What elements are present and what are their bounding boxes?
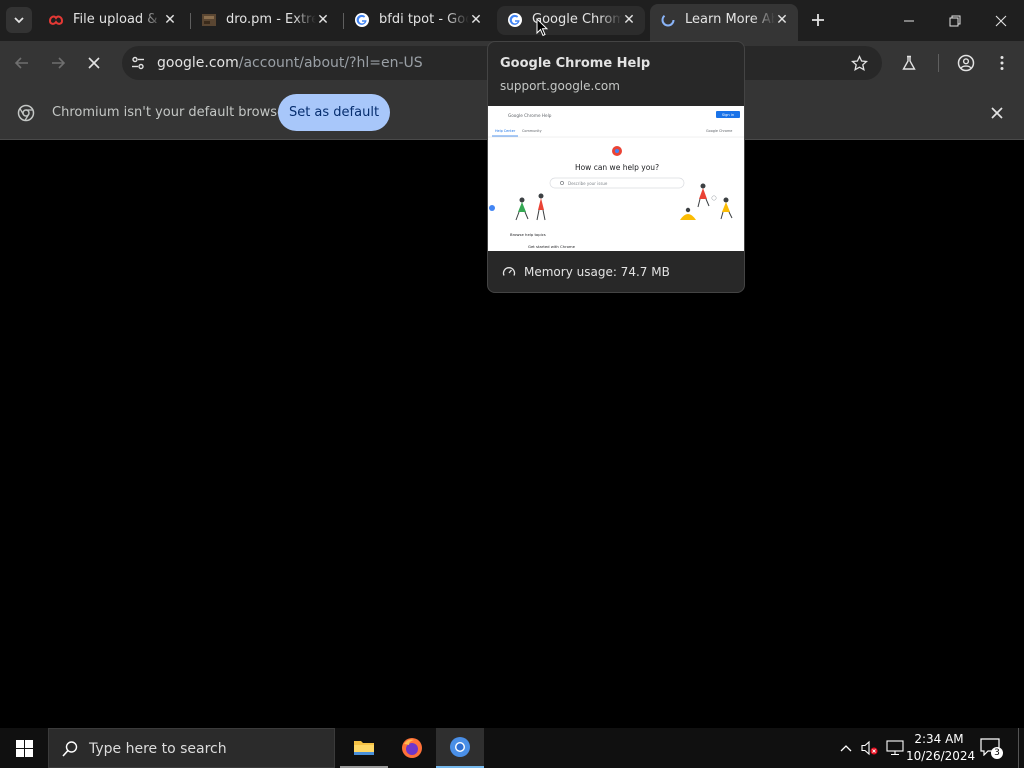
hover-card-domain: support.google.com bbox=[500, 79, 620, 93]
volume-button[interactable] bbox=[861, 740, 879, 756]
network-button[interactable] bbox=[886, 740, 904, 756]
thumb-sign-in: Sign in bbox=[722, 113, 734, 117]
close-icon bbox=[88, 57, 100, 69]
google-icon bbox=[355, 13, 369, 27]
network-icon bbox=[886, 740, 904, 756]
thumb-section: Browse help topics bbox=[510, 232, 546, 237]
minimize-icon bbox=[904, 20, 914, 21]
tab-strip: File upload & sharing ✕ dro.pm - Extreme… bbox=[0, 0, 1024, 41]
taskbar-search-box[interactable]: Type here to search bbox=[48, 728, 335, 768]
start-button[interactable] bbox=[0, 728, 48, 768]
chromium-icon bbox=[450, 737, 470, 757]
forward-button[interactable] bbox=[46, 51, 70, 75]
taskbar: Type here to search 2:34 AM 10/26/2024 3 bbox=[0, 728, 1024, 768]
show-hidden-icons-button[interactable] bbox=[838, 740, 854, 756]
thumb-topright-link: Google Chrome bbox=[706, 129, 732, 133]
thumb-heading: How can we help you? bbox=[575, 163, 659, 172]
dropm-icon bbox=[202, 14, 216, 26]
infobar-close-button[interactable] bbox=[988, 104, 1006, 122]
tab-title: File upload & sharing bbox=[73, 12, 163, 27]
chromium-taskbar-button[interactable] bbox=[436, 728, 484, 768]
bookmark-star-icon[interactable] bbox=[851, 55, 868, 72]
url-text[interactable]: google.com/account/about/?hl=en-US bbox=[157, 55, 423, 71]
tab-title: dro.pm - Extremely simple bbox=[226, 12, 316, 27]
thumb-tab-help: Help Center bbox=[495, 129, 516, 133]
plus-icon bbox=[812, 14, 824, 26]
flask-icon bbox=[902, 55, 916, 70]
close-window-button[interactable] bbox=[978, 0, 1024, 41]
search-icon bbox=[62, 741, 78, 757]
tab-title: Learn More About Google bbox=[685, 12, 775, 27]
labs-button[interactable] bbox=[897, 51, 921, 75]
google-icon bbox=[508, 13, 522, 27]
site-settings-icon[interactable] bbox=[130, 55, 146, 71]
close-icon[interactable]: ✕ bbox=[774, 12, 790, 28]
thumb-search-placeholder: Describe your issue bbox=[568, 181, 608, 186]
close-icon[interactable]: ✕ bbox=[621, 12, 637, 28]
hover-card-memory: Memory usage: 74.7 MB bbox=[524, 265, 670, 279]
set-as-default-button[interactable]: Set as default bbox=[278, 94, 390, 131]
close-icon[interactable]: ✕ bbox=[315, 12, 331, 28]
minimize-button[interactable] bbox=[886, 0, 932, 41]
chevron-down-icon bbox=[14, 17, 24, 24]
back-button[interactable] bbox=[10, 51, 34, 75]
notification-count-badge: 3 bbox=[991, 747, 1003, 759]
profile-button[interactable] bbox=[954, 51, 978, 75]
tab-bfdi-search[interactable]: bfdi tpot - Google Search ✕ bbox=[344, 6, 492, 35]
folder-icon bbox=[354, 741, 374, 755]
hover-card-title: Google Chrome Help bbox=[500, 56, 651, 71]
menu-button[interactable] bbox=[990, 51, 1014, 75]
toolbar-divider bbox=[938, 54, 939, 72]
tab-title: bfdi tpot - Google Search bbox=[379, 12, 469, 27]
account-icon bbox=[957, 54, 975, 72]
stop-button[interactable] bbox=[82, 51, 106, 75]
close-icon[interactable]: ✕ bbox=[162, 12, 178, 28]
tab-chrome-help[interactable]: Google Chrome Help ✕ bbox=[497, 6, 645, 35]
taskbar-search-placeholder: Type here to search bbox=[89, 741, 227, 757]
tab-hover-card: Google Chrome Help support.google.com Go… bbox=[487, 41, 745, 293]
clock[interactable]: 2:34 AM 10/26/2024 bbox=[906, 730, 976, 766]
firefox-icon bbox=[402, 738, 422, 758]
url-path: /account/about/?hl=en-US bbox=[238, 55, 423, 71]
volume-muted-icon bbox=[861, 740, 878, 756]
mouse-cursor-icon bbox=[536, 18, 548, 37]
more-vert-icon bbox=[1000, 56, 1004, 70]
clock-date: 10/26/2024 bbox=[906, 749, 976, 763]
tab-search-button[interactable] bbox=[6, 7, 32, 33]
new-tab-button[interactable] bbox=[806, 9, 830, 33]
file-explorer-taskbar-button[interactable] bbox=[340, 728, 388, 768]
thumb-tab-community: Community bbox=[522, 129, 542, 133]
windows-logo-icon bbox=[15, 739, 33, 757]
loading-icon bbox=[661, 13, 675, 27]
arrow-right-icon bbox=[52, 57, 66, 69]
file-share-icon bbox=[48, 15, 64, 25]
action-center-button[interactable]: 3 bbox=[980, 738, 1004, 759]
firefox-taskbar-button[interactable] bbox=[388, 728, 436, 768]
restore-button[interactable] bbox=[932, 0, 978, 41]
chevron-up-icon bbox=[840, 745, 852, 752]
thumb-site-name: Google Chrome Help bbox=[508, 113, 552, 118]
tab-dropm[interactable]: dro.pm - Extremely simple ✕ bbox=[191, 6, 339, 35]
hover-card-preview: Google Chrome Help Sign in Help Center C… bbox=[488, 106, 744, 251]
thumb-item: Get started with Chrome bbox=[528, 244, 576, 249]
show-desktop-button[interactable] bbox=[1018, 728, 1024, 768]
url-host: google.com bbox=[157, 55, 239, 71]
speedometer-icon bbox=[502, 267, 516, 276]
tab-file-upload[interactable]: File upload & sharing ✕ bbox=[38, 6, 186, 35]
chromium-icon bbox=[17, 104, 35, 122]
close-icon bbox=[991, 107, 1003, 119]
tab-learn-more[interactable]: Learn More About Google ✕ bbox=[650, 4, 798, 41]
restore-icon bbox=[949, 15, 961, 26]
close-icon[interactable]: ✕ bbox=[468, 12, 484, 28]
arrow-left-icon bbox=[14, 57, 28, 69]
clock-time: 2:34 AM bbox=[914, 732, 964, 746]
infobar-message: Chromium isn't your default browser bbox=[52, 105, 291, 120]
close-icon bbox=[995, 15, 1007, 26]
page-thumbnail: Google Chrome Help Sign in Help Center C… bbox=[488, 106, 744, 251]
